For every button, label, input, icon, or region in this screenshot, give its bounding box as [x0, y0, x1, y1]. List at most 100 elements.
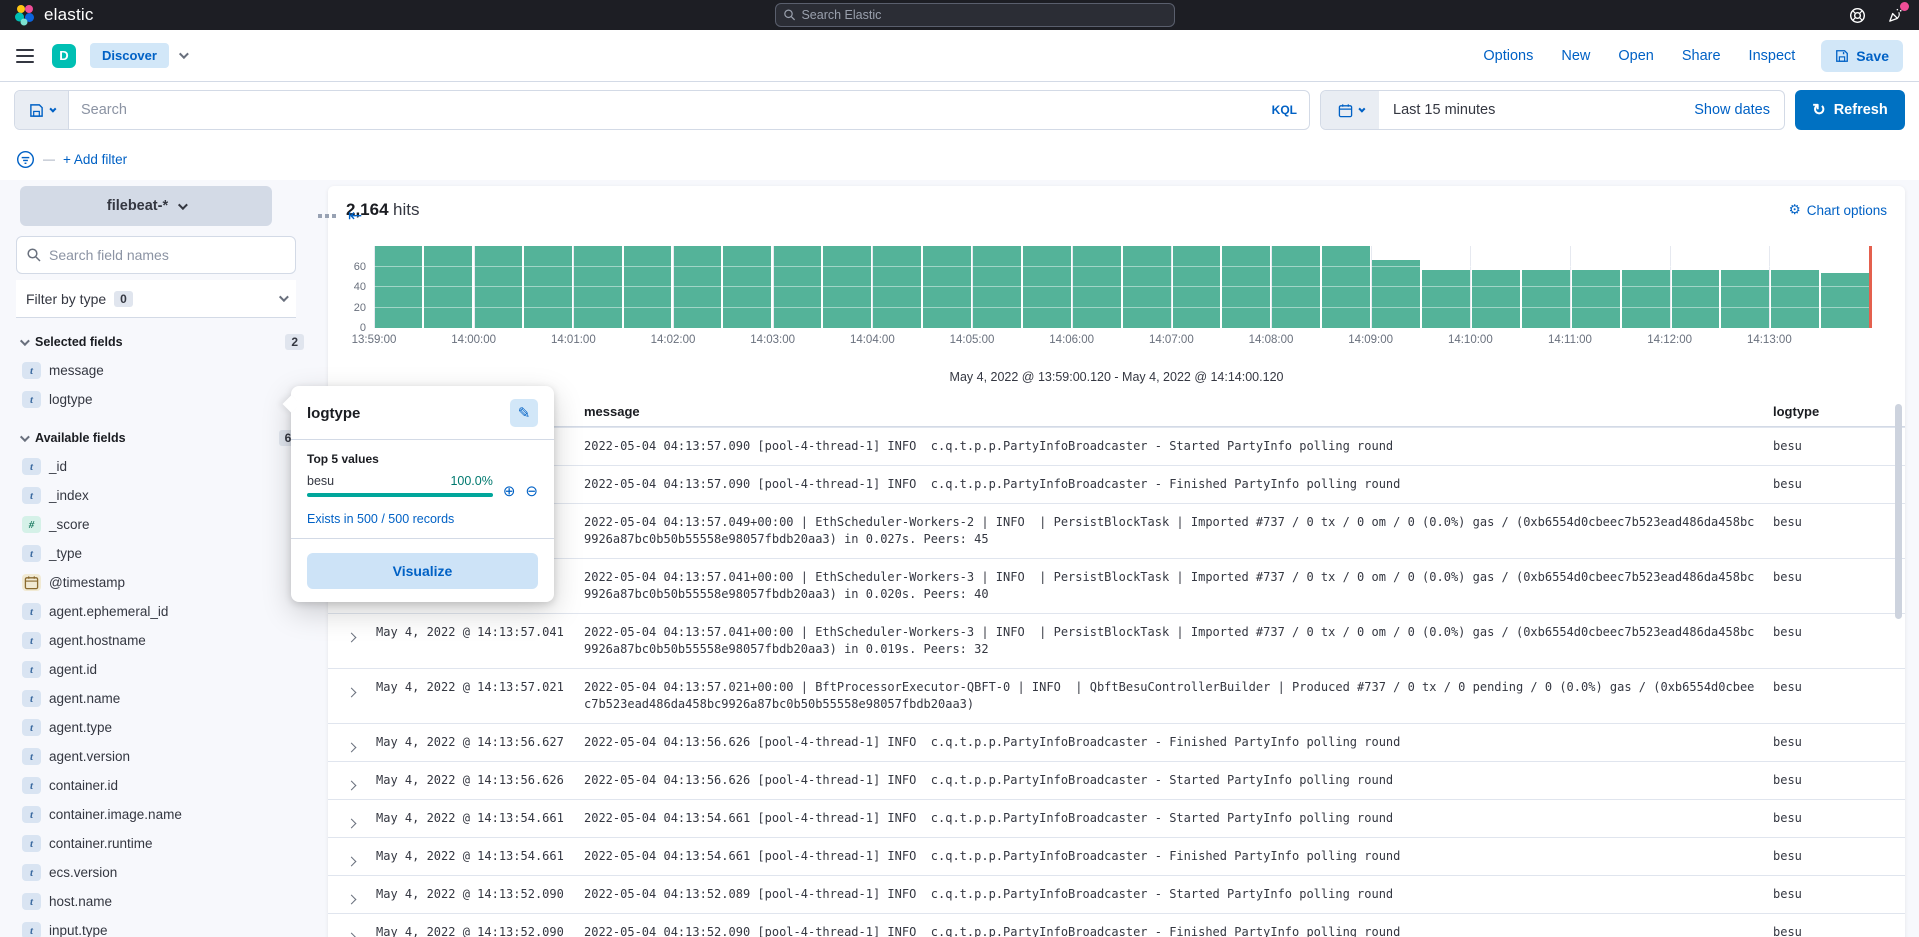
elastic-logo-icon: [14, 4, 36, 26]
field-item-agent.type[interactable]: tagent.type: [16, 713, 308, 742]
field-item-input.type[interactable]: tinput.type: [16, 916, 308, 937]
histogram-bar[interactable]: [574, 246, 622, 328]
expand-row-button[interactable]: [342, 838, 376, 869]
toolbar-action-new[interactable]: New: [1561, 48, 1590, 64]
collapse-sidebar-icon[interactable]: ⇤: [348, 207, 362, 224]
histogram-bar[interactable]: [1422, 270, 1470, 328]
filter-by-type[interactable]: Filter by type 0: [16, 280, 296, 318]
histogram-bar[interactable]: [1322, 246, 1370, 328]
expand-row-button[interactable]: [342, 724, 376, 755]
refresh-button[interactable]: ↻ Refresh: [1795, 90, 1905, 130]
toolbar-action-share[interactable]: Share: [1682, 48, 1721, 64]
field-item-_score[interactable]: #_score: [16, 510, 308, 539]
histogram-bar[interactable]: [1721, 270, 1769, 328]
table-scrollbar[interactable]: [1895, 404, 1902, 619]
expand-row-button[interactable]: [342, 614, 376, 645]
visualize-button[interactable]: Visualize: [307, 553, 538, 589]
time-range-value[interactable]: Last 15 minutes: [1379, 102, 1495, 118]
index-pattern-selector[interactable]: filebeat-*: [20, 186, 272, 226]
field-item-agent.hostname[interactable]: tagent.hostname: [16, 626, 308, 655]
histogram-bar[interactable]: [1522, 270, 1570, 328]
histogram-bar[interactable]: [1123, 246, 1171, 328]
histogram-bar[interactable]: [823, 246, 871, 328]
histogram-bar[interactable]: [474, 246, 522, 328]
filter-out-value-icon[interactable]: ⊖: [525, 482, 538, 500]
saved-query-menu-button[interactable]: [15, 91, 69, 129]
histogram-bar[interactable]: [1222, 246, 1270, 328]
histogram-bar[interactable]: [1472, 270, 1520, 328]
available-fields-header[interactable]: Available fields 65: [20, 430, 304, 446]
field-item-_index[interactable]: t_index: [16, 481, 308, 510]
space-badge[interactable]: D: [52, 44, 76, 68]
histogram-bar[interactable]: [873, 246, 921, 328]
edit-field-button[interactable]: ✎: [510, 399, 538, 427]
sidebar-resize-handle[interactable]: [318, 214, 336, 218]
search-query-input[interactable]: [69, 102, 1260, 118]
help-icon[interactable]: [1847, 5, 1867, 25]
global-search[interactable]: [775, 3, 1175, 27]
breadcrumb-chevron-icon[interactable]: [179, 49, 189, 59]
histogram-bar[interactable]: [973, 246, 1021, 328]
histogram-bar[interactable]: [1372, 260, 1420, 328]
expand-row-button[interactable]: [342, 800, 376, 831]
histogram-bar[interactable]: [1771, 270, 1819, 328]
histogram-bar[interactable]: [923, 246, 971, 328]
histogram-bar[interactable]: [374, 246, 422, 328]
toolbar-action-options[interactable]: Options: [1483, 48, 1533, 64]
field-item-@timestamp[interactable]: @timestamp: [16, 568, 308, 597]
kql-toggle[interactable]: KQL: [1260, 103, 1309, 117]
histogram-bar[interactable]: [1073, 246, 1121, 328]
breadcrumb-discover[interactable]: Discover: [90, 43, 169, 68]
histogram-bar[interactable]: [1023, 246, 1071, 328]
filter-for-value-icon[interactable]: ⊕: [503, 482, 516, 500]
global-search-input[interactable]: [801, 8, 1166, 22]
expand-row-button[interactable]: [342, 876, 376, 907]
expand-row-button[interactable]: [342, 669, 376, 700]
field-item-_id[interactable]: t_id: [16, 452, 308, 481]
menu-icon[interactable]: [16, 49, 34, 63]
field-item-container.id[interactable]: tcontainer.id: [16, 771, 308, 800]
newsfeed-icon[interactable]: [1885, 5, 1905, 25]
field-item-agent.version[interactable]: tagent.version: [16, 742, 308, 771]
field-item-ecs.version[interactable]: tecs.version: [16, 858, 308, 887]
field-search-input[interactable]: [49, 247, 285, 263]
field-item-container.image.name[interactable]: tcontainer.image.name: [16, 800, 308, 829]
exists-in-records-link[interactable]: Exists in 500 / 500 records: [307, 512, 538, 526]
histogram-bar[interactable]: [673, 246, 721, 328]
field-item-_type[interactable]: t_type: [16, 539, 308, 568]
chart-options-button[interactable]: ⚙ Chart options: [1789, 202, 1887, 218]
elastic-logo[interactable]: elastic: [14, 4, 94, 26]
histogram-bar[interactable]: [1572, 270, 1620, 328]
x-gridline: [773, 246, 774, 328]
col-header-message[interactable]: message: [584, 398, 1773, 426]
save-button[interactable]: Save: [1821, 40, 1903, 72]
toolbar-action-inspect[interactable]: Inspect: [1749, 48, 1796, 64]
col-header-logtype[interactable]: logtype: [1773, 398, 1885, 426]
field-item-container.runtime[interactable]: tcontainer.runtime: [16, 829, 308, 858]
histogram-bar[interactable]: [1272, 246, 1320, 328]
selected-fields-header[interactable]: Selected fields 2: [20, 334, 304, 350]
field-item-agent.ephemeral_id[interactable]: tagent.ephemeral_id: [16, 597, 308, 626]
show-dates-link[interactable]: Show dates: [1694, 102, 1784, 118]
expand-row-button[interactable]: [342, 762, 376, 793]
histogram-bar[interactable]: [1821, 273, 1869, 328]
field-item-message[interactable]: tmessage: [16, 356, 308, 385]
expand-row-button[interactable]: [342, 914, 376, 937]
field-item-host.name[interactable]: thost.name: [16, 887, 308, 916]
histogram-bar[interactable]: [1173, 246, 1221, 328]
field-item-agent.name[interactable]: tagent.name: [16, 684, 308, 713]
filter-icon[interactable]: [16, 150, 35, 169]
field-item-logtype[interactable]: tlogtype×: [16, 385, 308, 414]
histogram-bar[interactable]: [424, 246, 472, 328]
toolbar-action-open[interactable]: Open: [1618, 48, 1653, 64]
histogram-bar[interactable]: [524, 246, 572, 328]
histogram-bar[interactable]: [624, 246, 672, 328]
field-item-agent.id[interactable]: tagent.id: [16, 655, 308, 684]
histogram-bar[interactable]: [773, 246, 821, 328]
histogram-bar[interactable]: [1672, 270, 1720, 328]
histogram-bar[interactable]: [1622, 270, 1670, 328]
date-picker-quick-menu[interactable]: [1321, 91, 1379, 129]
histogram-bar[interactable]: [723, 246, 771, 328]
cell-logtype: besu: [1773, 724, 1885, 761]
add-filter-button[interactable]: + Add filter: [63, 152, 127, 167]
